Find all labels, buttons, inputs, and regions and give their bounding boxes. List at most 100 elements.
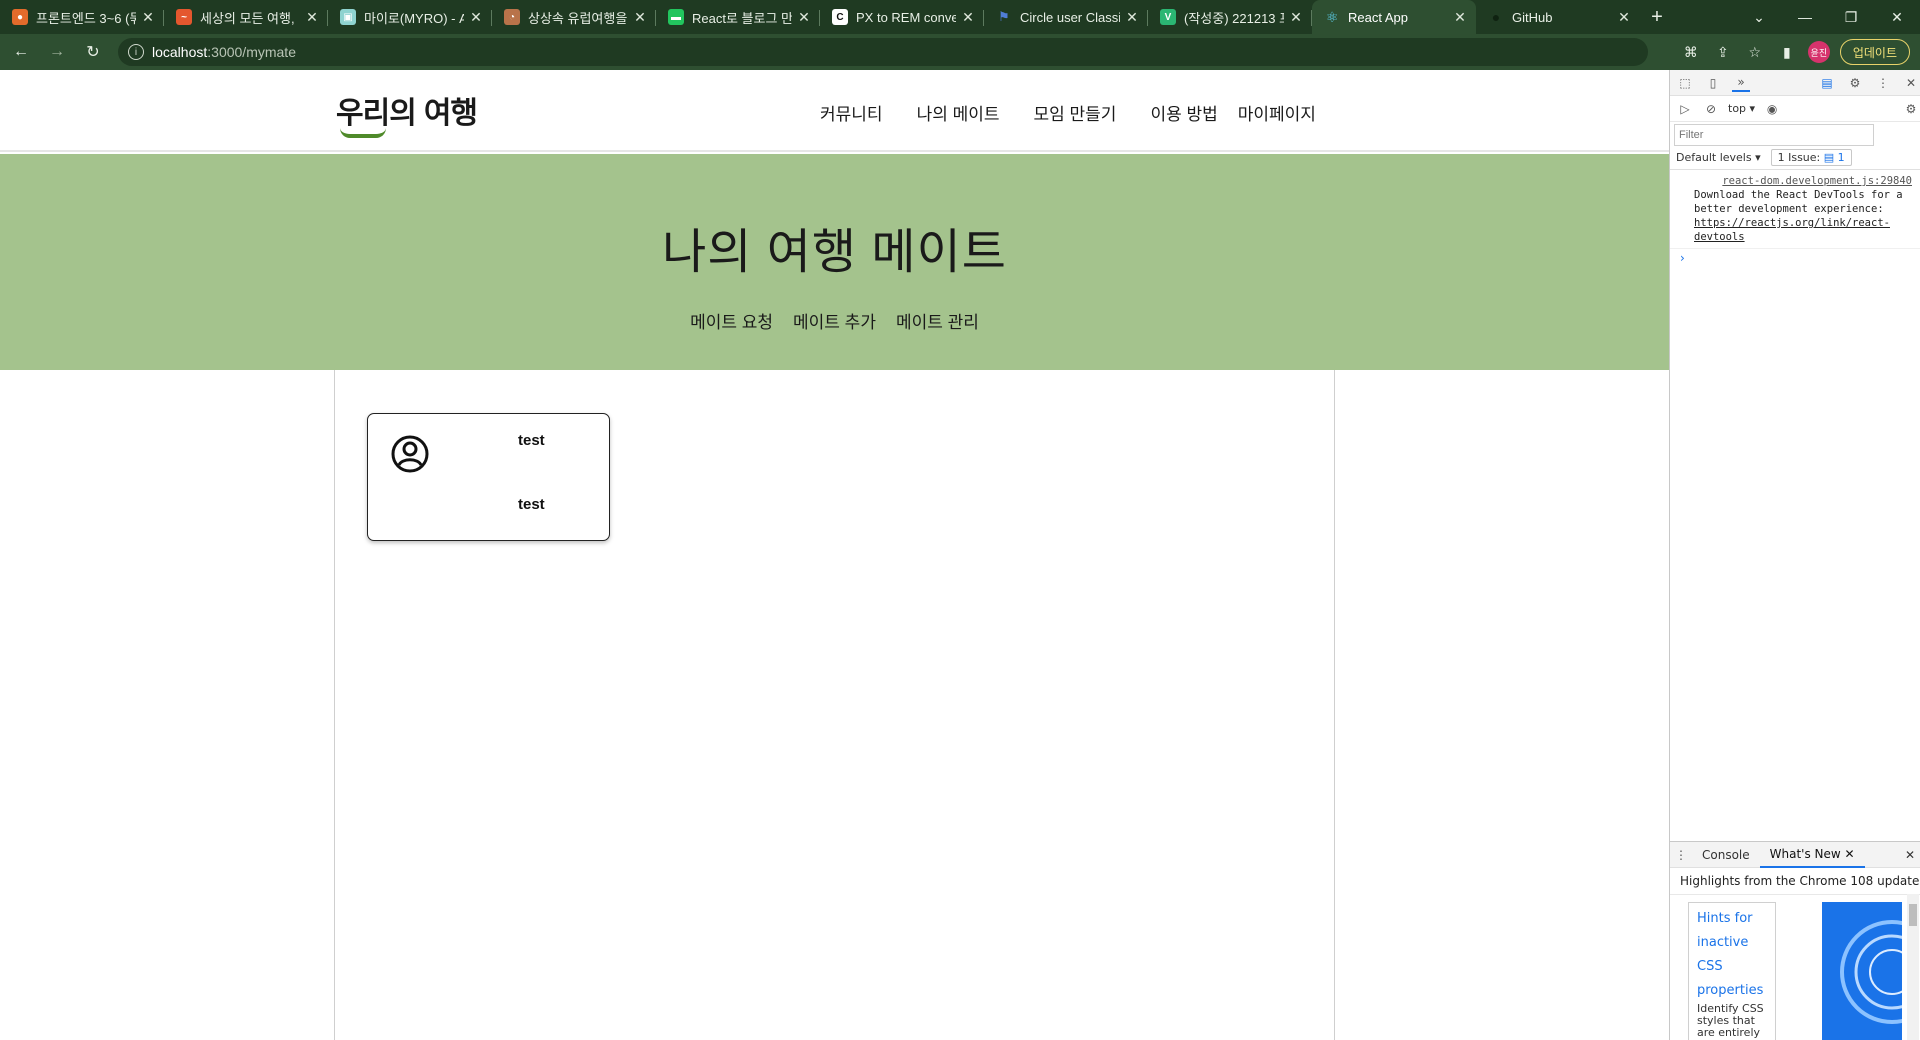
user-circle-icon <box>391 435 429 473</box>
whats-new-header: Highlights from the Chrome 108 update <box>1670 868 1920 895</box>
side-panel-icon[interactable]: ▮ <box>1776 41 1798 63</box>
subnav-mate-request[interactable]: 메이트 요청 <box>690 308 773 333</box>
close-tab-icon[interactable]: ✕ <box>304 9 320 26</box>
address-bar[interactable]: i localhost:3000/mymate <box>118 38 1648 66</box>
tab-favicon-icon: ▣ <box>340 9 356 25</box>
new-tab-button[interactable]: + <box>1640 0 1674 34</box>
close-drawer-icon[interactable]: ✕ <box>1899 848 1920 862</box>
browser-tab[interactable]: ▣ 마이로(MYRO) - A ✕ <box>328 0 492 34</box>
main-content: test test <box>334 370 1335 1040</box>
tab-title: GitHub <box>1512 9 1553 25</box>
live-expression-eye-icon[interactable]: ◉ <box>1763 100 1781 118</box>
subnav-manage-mate[interactable]: 메이트 관리 <box>896 308 979 333</box>
url-path: :3000/mymate <box>207 44 296 60</box>
close-window-icon[interactable]: ✕ <box>1874 9 1920 26</box>
tab-title: 마이로(MYRO) - A <box>364 10 464 26</box>
close-tab-icon[interactable]: ✕ <box>796 9 812 26</box>
log-levels-dropdown[interactable]: Default levels ▾ <box>1676 151 1761 164</box>
logo-text-1: 우리의 <box>336 88 417 138</box>
logo-swoosh-icon <box>340 128 386 138</box>
tab-favicon-icon: ▬ <box>668 9 684 25</box>
close-tab-icon[interactable]: ✕ <box>960 9 976 26</box>
forward-icon[interactable]: → <box>42 37 72 67</box>
reload-icon[interactable]: ↻ <box>78 37 108 67</box>
tab-title: PX to REM conver <box>856 9 956 25</box>
profile-avatar[interactable]: 윤진 <box>1807 41 1830 63</box>
whats-new-card-title[interactable]: Hints for inactive CSS properties <box>1697 907 1767 1003</box>
tab-favicon-icon: C <box>832 9 848 25</box>
bookmark-star-icon[interactable]: ☆ <box>1744 41 1766 63</box>
settings-gear-icon[interactable]: ⚙ <box>1846 74 1864 92</box>
kebab-menu-icon[interactable]: ⋮ <box>1874 74 1892 92</box>
sidebar-toggle-icon[interactable]: ▷ <box>1676 100 1694 118</box>
tab-favicon-icon: ● <box>12 9 28 25</box>
tab-title: (작성중) 221213 프 <box>1184 10 1284 26</box>
drawer-scrollbar[interactable] <box>1907 894 1919 1040</box>
tab-title: Circle user Classic <box>1020 9 1120 25</box>
drawer-menu-icon[interactable]: ⋮ <box>1670 848 1692 862</box>
inspect-element-icon[interactable]: ⬚ <box>1676 74 1694 92</box>
close-devtools-icon[interactable]: ✕ <box>1902 74 1920 92</box>
mate-card[interactable]: test test <box>367 413 610 541</box>
nav-community[interactable]: 커뮤니티 <box>820 100 883 125</box>
issues-icon[interactable]: ▤ <box>1818 74 1836 92</box>
clear-console-icon[interactable]: ⊘ <box>1702 100 1720 118</box>
site-info-icon[interactable]: i <box>128 44 144 60</box>
page-title: 나의 여행 메이트 <box>662 226 1007 279</box>
console-settings-icon[interactable]: ⚙ <box>1902 100 1920 118</box>
browser-tab[interactable]: ● GitHub ✕ <box>1476 0 1640 34</box>
tab-search-icon[interactable]: ⌄ <box>1736 9 1782 26</box>
back-icon[interactable]: ← <box>6 37 36 67</box>
browser-tab-strip: ● 프론트엔드 3~6 (묶 ✕ ~ 세상의 모든 여행, ✕ ▣ 마이로(MYRO) -… <box>0 0 1920 34</box>
issues-counter[interactable]: 1 Issue: ▤ 1 <box>1770 149 1852 166</box>
close-tab-icon[interactable]: ✕ <box>632 9 648 26</box>
nav-my-mate[interactable]: 나의 메이트 <box>917 100 1000 125</box>
tab-title: 프론트엔드 3~6 (묶 <box>36 10 136 26</box>
browser-tab[interactable]: ● 프론트엔드 3~6 (묶 ✕ <box>0 0 164 34</box>
translate-icon[interactable]: ⌘ <box>1680 41 1702 63</box>
tab-title: React로 블로그 만 <box>692 10 792 26</box>
browser-tab[interactable]: V (작성중) 221213 프 ✕ <box>1148 0 1312 34</box>
nav-my-page[interactable]: 마이페이지 <box>1238 100 1316 125</box>
update-button[interactable]: 업데이트 <box>1839 39 1910 65</box>
browser-tab[interactable]: ~ 세상의 모든 여행, ✕ <box>164 0 328 34</box>
console-levels-row: Default levels ▾ 1 Issue: ▤ 1 <box>1670 146 1920 170</box>
drawer-tab-console[interactable]: Console <box>1692 842 1760 868</box>
tab-favicon-icon: V <box>1160 9 1176 25</box>
browser-tab[interactable]: ◔ 상상속 유럽여행을 ✕ <box>492 0 656 34</box>
site-logo[interactable]: 우리의 여행 <box>336 88 478 138</box>
drawer-tab-whats-new[interactable]: What's New ✕ <box>1759 842 1865 868</box>
browser-tab[interactable]: ⚑ Circle user Classic ✕ <box>984 0 1148 34</box>
more-panels-icon[interactable]: » <box>1732 74 1750 92</box>
github-icon: ● <box>1491 9 1501 25</box>
device-toolbar-icon[interactable]: ▯ <box>1704 74 1722 92</box>
hero-banner: 나의 여행 메이트 메이트 요청 메이트 추가 메이트 관리 <box>0 154 1669 370</box>
mate-name: test <box>518 432 545 449</box>
close-tab-icon[interactable]: ✕ <box>1288 9 1304 26</box>
browser-tab[interactable]: ▬ React로 블로그 만 ✕ <box>656 0 820 34</box>
console-message-link[interactable]: https://reactjs.org/link/react-devtools <box>1694 217 1890 243</box>
subnav-add-mate[interactable]: 메이트 추가 <box>793 308 876 333</box>
nav-create-meeting[interactable]: 모임 만들기 <box>1034 100 1117 125</box>
context-selector[interactable]: top ▾ <box>1728 102 1755 115</box>
browser-tab[interactable]: C PX to REM conver ✕ <box>820 0 984 34</box>
close-tab-icon[interactable]: ✕ <box>1124 9 1140 26</box>
close-tab-icon[interactable]: ✕ <box>468 9 484 26</box>
tab-favicon-icon: ◔ <box>504 9 520 25</box>
minimize-icon[interactable]: — <box>1782 9 1828 25</box>
site-header: 우리의 여행 커뮤니티 나의 메이트 모임 만들기 이용 방법 마이페이지 <box>0 70 1669 152</box>
browser-tab-active[interactable]: ⚛ React App ✕ <box>1312 0 1476 34</box>
console-message-source[interactable]: react-dom.development.js:29840 <box>1694 174 1912 188</box>
share-icon[interactable]: ⇪ <box>1712 41 1734 63</box>
console-prompt[interactable]: › <box>1670 249 1920 267</box>
close-tab-icon[interactable]: ✕ <box>140 9 156 26</box>
tab-title: React App <box>1348 9 1408 25</box>
whats-new-card[interactable]: Hints for inactive CSS properties Identi… <box>1688 902 1776 1040</box>
react-logo-icon: ⚛ <box>1325 8 1339 25</box>
nav-how-to-use[interactable]: 이용 방법 <box>1150 100 1217 125</box>
close-tab-icon[interactable]: ✕ <box>1616 9 1632 26</box>
main-nav: 커뮤니티 나의 메이트 모임 만들기 이용 방법 마이페이지 <box>820 100 1316 125</box>
close-tab-icon[interactable]: ✕ <box>1452 9 1468 26</box>
console-filter-input[interactable] <box>1674 124 1874 146</box>
restore-icon[interactable]: ❐ <box>1828 9 1874 26</box>
